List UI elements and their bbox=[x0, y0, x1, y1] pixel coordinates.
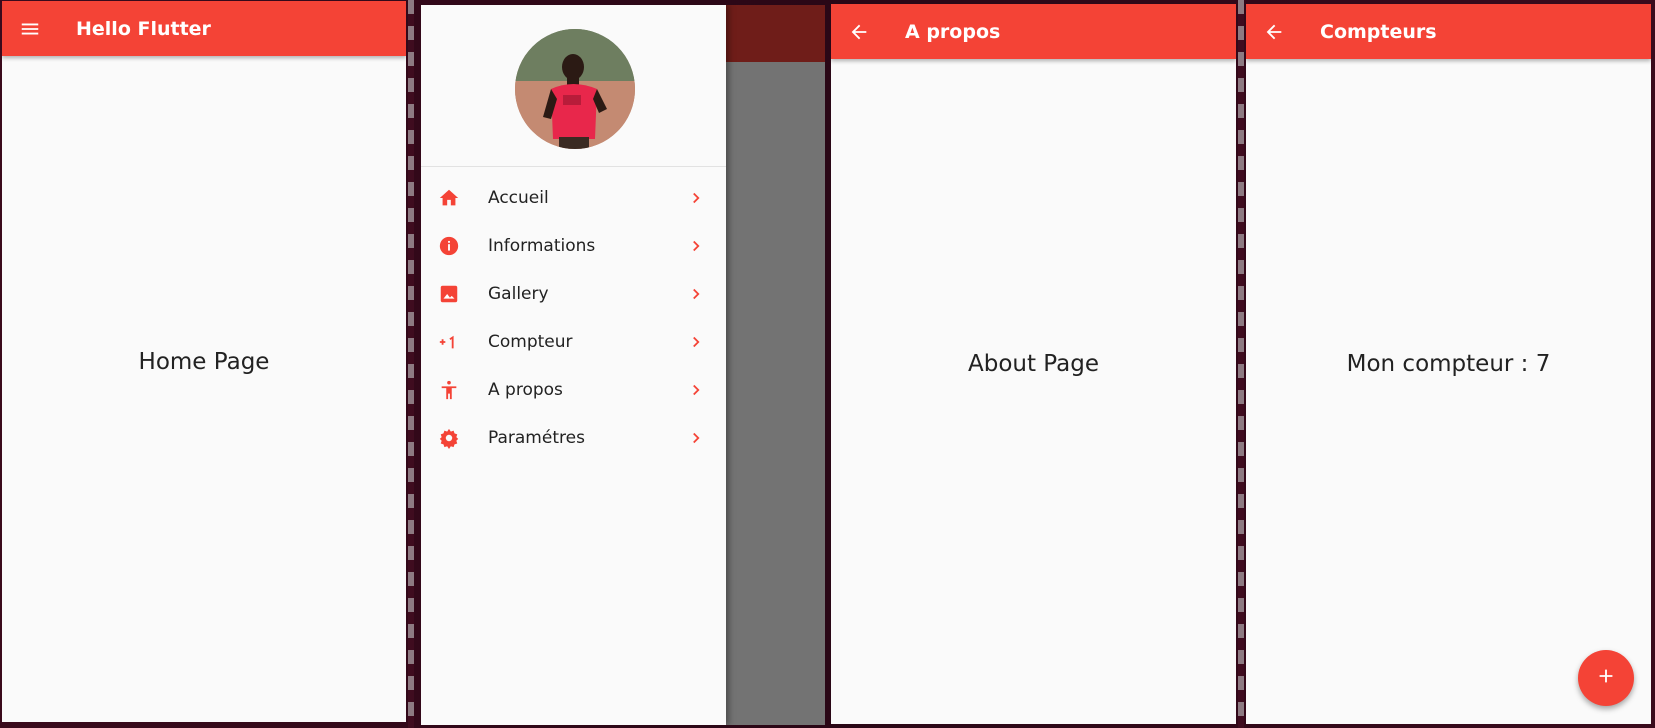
avatar bbox=[515, 29, 635, 149]
plus-one-icon bbox=[437, 330, 461, 354]
drawer-screen: Accueil Informations Gallery Compteur A … bbox=[421, 5, 825, 725]
chevron-right-icon bbox=[686, 188, 706, 208]
home-screen: Hello Flutter Home Page bbox=[2, 1, 406, 722]
drawer-item-label: Informations bbox=[488, 236, 596, 256]
drawer-item-label: Compteur bbox=[488, 332, 573, 352]
drawer-item-informations[interactable]: Informations bbox=[421, 222, 726, 270]
about-screen: A propos About Page bbox=[831, 4, 1236, 724]
arrow-back-icon[interactable] bbox=[1260, 18, 1288, 46]
drawer-item-parametres[interactable]: Paramétres bbox=[421, 414, 726, 462]
drawer-item-label: A propos bbox=[488, 380, 563, 400]
chevron-right-icon bbox=[686, 332, 706, 352]
navigation-drawer: Accueil Informations Gallery Compteur A … bbox=[421, 5, 726, 725]
image-icon bbox=[437, 282, 461, 306]
chevron-right-icon bbox=[686, 284, 706, 304]
page-body-text: Home Page bbox=[138, 348, 270, 375]
counter-text: Mon compteur : 7 bbox=[1346, 351, 1551, 377]
add-icon bbox=[1595, 665, 1617, 691]
arrow-back-icon[interactable] bbox=[845, 18, 873, 46]
drawer-header bbox=[421, 5, 726, 167]
settings-icon bbox=[437, 426, 461, 450]
app-bar-title: Compteurs bbox=[1320, 20, 1437, 43]
drawer-item-a-propos[interactable]: A propos bbox=[421, 366, 726, 414]
home-icon bbox=[437, 186, 461, 210]
page-body-text: About Page bbox=[968, 351, 1099, 377]
app-bar: A propos bbox=[831, 4, 1236, 59]
chevron-right-icon bbox=[686, 380, 706, 400]
app-bar: Hello Flutter bbox=[2, 1, 406, 56]
chevron-right-icon bbox=[686, 236, 706, 256]
increment-fab[interactable] bbox=[1578, 650, 1634, 706]
chevron-right-icon bbox=[686, 428, 706, 448]
info-icon bbox=[437, 234, 461, 258]
counter-screen: Compteurs Mon compteur : 7 bbox=[1246, 4, 1651, 724]
menu-icon[interactable] bbox=[16, 15, 44, 43]
drawer-item-accueil[interactable]: Accueil bbox=[421, 174, 726, 222]
drawer-item-label: Paramétres bbox=[488, 428, 585, 448]
drawer-item-label: Gallery bbox=[488, 284, 549, 304]
accessibility-icon bbox=[437, 378, 461, 402]
app-bar-title: Hello Flutter bbox=[76, 17, 211, 40]
drawer-item-label: Accueil bbox=[488, 188, 549, 208]
drawer-item-compteur[interactable]: Compteur bbox=[421, 318, 726, 366]
app-bar: Compteurs bbox=[1246, 4, 1651, 59]
app-bar-title: A propos bbox=[905, 20, 1001, 43]
drawer-item-gallery[interactable]: Gallery bbox=[421, 270, 726, 318]
